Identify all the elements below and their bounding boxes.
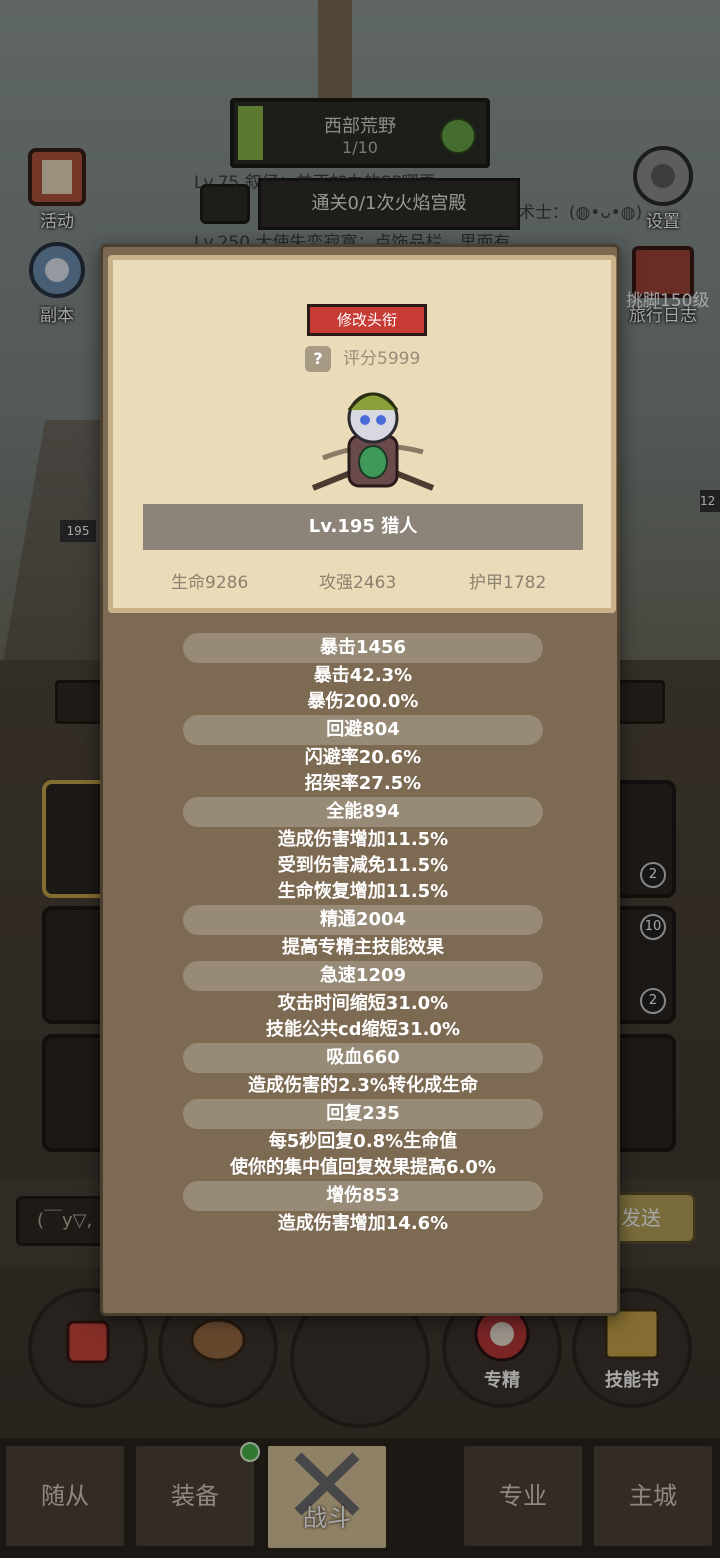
stat-detail-line: 招架率27.5% [304,773,422,794]
stat-detail-line: 使你的集中值回复效果提高6.0% [230,1157,496,1178]
stat-group-heading: 精通2004 [183,905,543,935]
stat-detail-line: 受到伤害减免11.5% [277,855,449,876]
stat-detail-line: 暴击42.3% [313,665,413,686]
stat-detail-line: 技能公共cd缩短31.0% [265,1019,460,1040]
stat-detail-line: 每5秒回复0.8%生命值 [268,1131,458,1152]
stat-group-heading: 急速1209 [183,961,543,991]
stat-detail-line: 生命恢复增加11.5% [277,881,449,902]
character-name-bar: Lv.195 猎人 [143,504,583,550]
character-card: 修改头衔 ? 评分5999 Lv.195 猎人 生命9286 攻强2463 护甲… [108,255,616,613]
score-text: 评分5999 [343,349,421,369]
armor-stat: 护甲1782 [469,573,547,593]
stat-group-heading: 暴击1456 [183,633,543,663]
stat-detail-line: 提高专精主技能效果 [282,937,444,958]
health-stat: 生命9286 [171,573,249,593]
hunter-character-portrait [311,392,435,491]
character-stats-popup: 修改头衔 ? 评分5999 Lv.195 猎人 生命9286 攻强2463 护甲… [100,244,620,1316]
help-icon[interactable]: ? [305,346,331,372]
stat-detail-line: 造成伤害增加11.5% [277,829,449,850]
stat-detail-line: 暴伤200.0% [307,691,419,712]
attack-power-stat: 攻强2463 [319,573,397,593]
stat-group-heading: 增伤853 [183,1181,543,1211]
stat-group-heading: 回避804 [183,715,543,745]
secondary-stats-list: 暴击1456 暴击42.3% 暴伤200.0% 回避804 闪避率20.6% 招… [103,633,623,1237]
change-title-button[interactable]: 修改头衔 [307,304,427,336]
stat-detail-line: 造成伤害的2.3%转化成生命 [248,1075,478,1096]
stat-detail-line: 闪避率20.6% [304,747,422,768]
stat-group-heading: 全能894 [183,797,543,827]
stat-group-heading: 吸血660 [183,1043,543,1073]
stat-detail-line: 攻击时间缩短31.0% [277,993,449,1014]
stat-detail-line: 造成伤害增加14.6% [277,1213,449,1234]
stat-group-heading: 回复235 [183,1099,543,1129]
